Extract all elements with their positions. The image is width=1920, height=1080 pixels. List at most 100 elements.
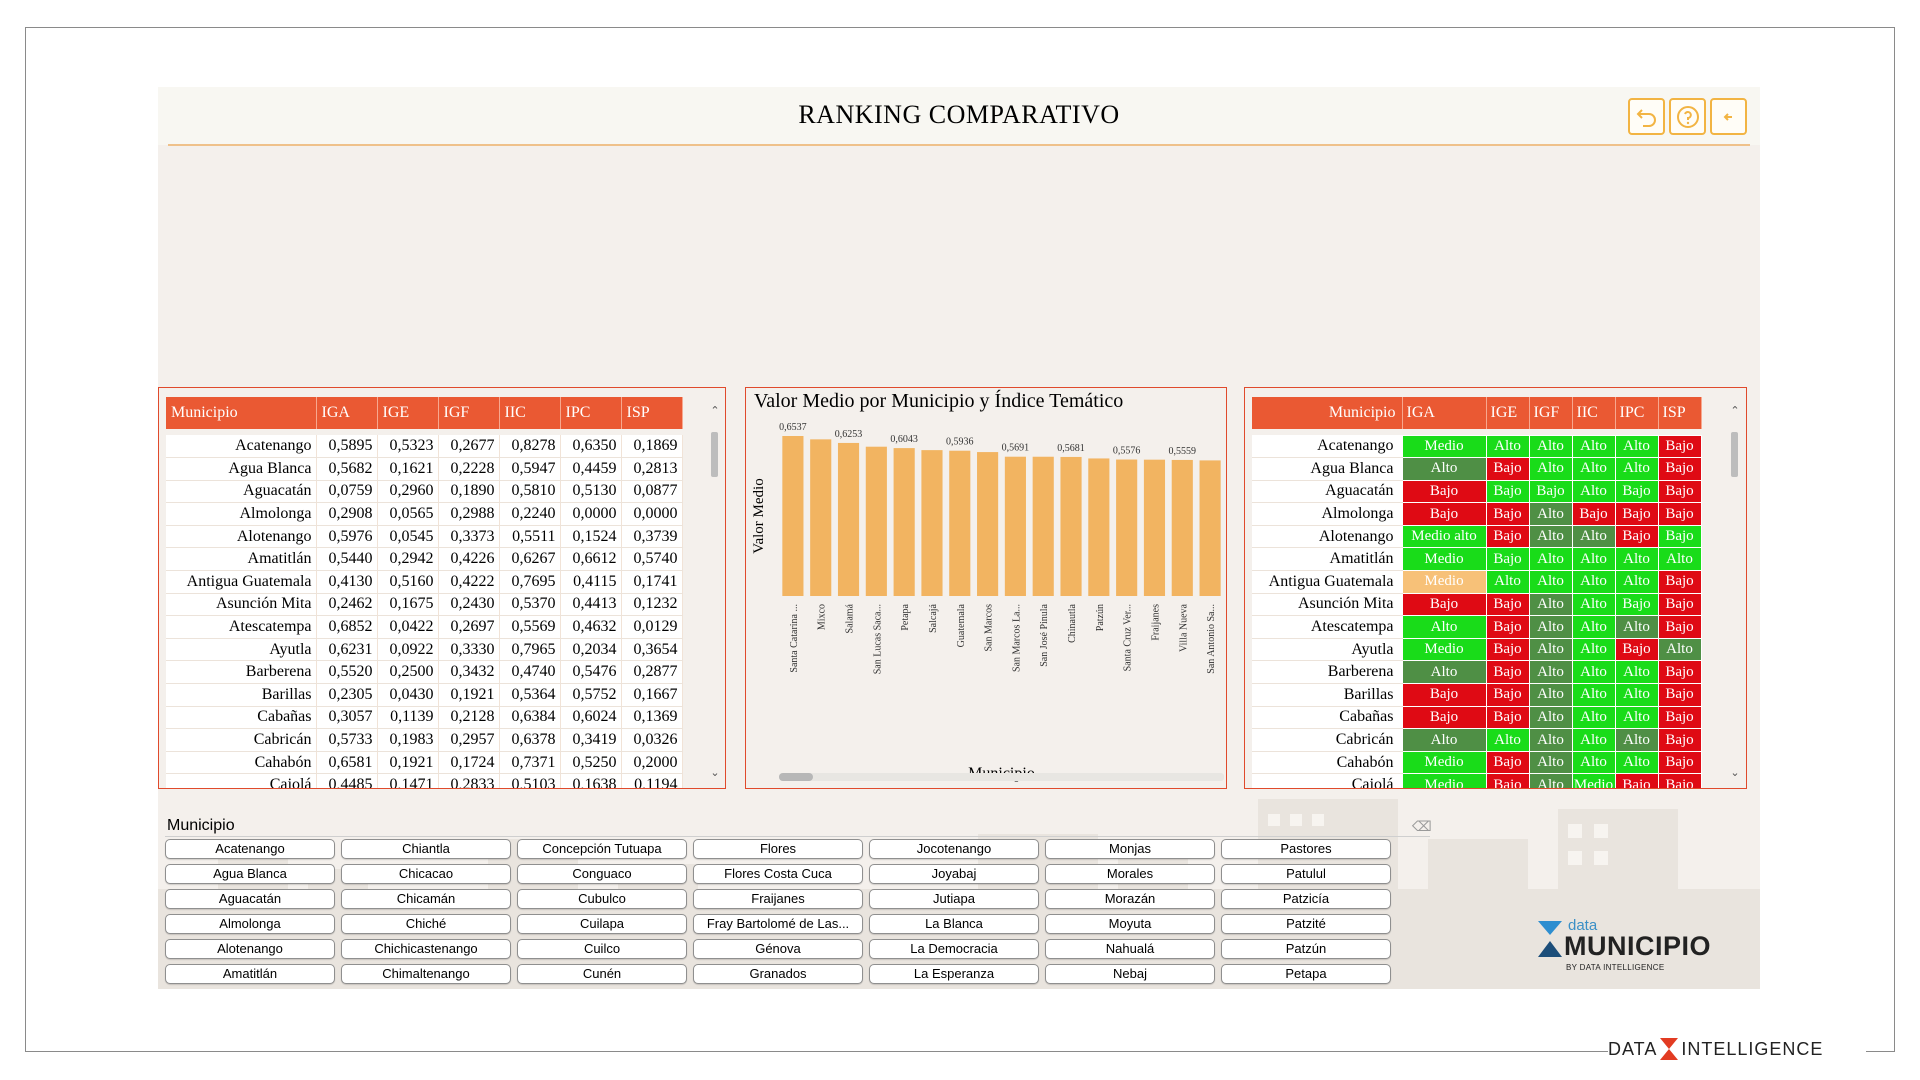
column-header[interactable]: ISP (621, 397, 683, 429)
slicer-option[interactable]: Amatitlán (165, 964, 335, 984)
scroll-down-icon[interactable]: ⌄ (710, 766, 720, 779)
scroll-down-icon[interactable]: ⌄ (1730, 766, 1740, 779)
slicer-option[interactable]: Patzicía (1221, 889, 1391, 909)
table-row[interactable]: Ayutla Medio Bajo Alto Alto Bajo Alto (1252, 637, 1702, 662)
slicer-option[interactable]: Monjas (1045, 839, 1215, 859)
eraser-icon[interactable]: ⌫ (1412, 819, 1432, 835)
table-row[interactable]: Barillas Bajo Bajo Alto Alto Alto Bajo (1252, 683, 1702, 707)
slicer-option[interactable]: La Esperanza (869, 964, 1039, 984)
chart-bar[interactable] (1116, 459, 1138, 596)
scroll-up-icon[interactable]: ⌃ (1730, 404, 1740, 417)
slicer-option[interactable]: Almolonga (165, 914, 335, 934)
slicer-option[interactable]: La Blanca (869, 914, 1039, 934)
table-row[interactable]: Cabricán Alto Alto Alto Alto Alto Bajo (1252, 728, 1702, 752)
slicer-option[interactable]: Granados (693, 964, 863, 984)
levels-table-scrollbar[interactable]: ⌃ ⌄ (1730, 404, 1740, 779)
table-row[interactable]: Aguacatán 0,0759 0,2960 0,1890 0,5810 0,5130 0… (166, 480, 683, 504)
chart-bar[interactable] (865, 446, 887, 596)
slicer-option[interactable]: Flores (693, 839, 863, 859)
table-row[interactable]: Cabricán 0,5733 0,1983 0,2957 0,6378 0,3419 0,… (166, 728, 683, 752)
slicer-option[interactable]: Cunén (517, 964, 687, 984)
chart-bar[interactable] (977, 452, 999, 596)
table-row[interactable]: Cahabón 0,6581 0,1921 0,1724 0,7371 0,5250 0,2… (166, 751, 683, 775)
table-row[interactable]: Ayutla 0,6231 0,0922 0,3330 0,7965 0,2034 0,36… (166, 638, 683, 662)
slicer-option[interactable]: Alotenango (165, 939, 335, 959)
slicer-option[interactable]: Jutiapa (869, 889, 1039, 909)
slicer-option[interactable]: Cuilco (517, 939, 687, 959)
slicer-option[interactable]: Jocotenango (869, 839, 1039, 859)
slicer-option[interactable]: La Democracia (869, 939, 1039, 959)
chart-bar[interactable] (1088, 458, 1110, 596)
table-row[interactable]: Agua Blanca 0,5682 0,1621 0,2228 0,5947 0,445… (166, 457, 683, 481)
column-header[interactable]: IGE (377, 397, 439, 429)
slicer-option[interactable]: Concepción Tutuapa (517, 839, 687, 859)
chart-bar[interactable] (1143, 459, 1166, 596)
table-row[interactable]: Alotenango 0,5976 0,0545 0,3373 0,5511 0,1524… (166, 525, 683, 549)
column-header[interactable]: IGF (438, 397, 500, 429)
slicer-option[interactable]: Agua Blanca (165, 864, 335, 884)
table-row[interactable]: Cahabón Medio Bajo Alto Alto Alto Bajo (1252, 750, 1702, 775)
chart-hscrollbar[interactable] (779, 773, 1224, 781)
table-row[interactable]: Antigua Guatemala 0,4130 0,5160 0,4222 0,769… (166, 570, 683, 594)
slicer-option[interactable]: Patulul (1221, 864, 1391, 884)
chart-bar[interactable] (1199, 460, 1221, 596)
slicer-option[interactable]: Flores Costa Cuca (693, 864, 863, 884)
slicer-option[interactable]: Morales (1045, 864, 1215, 884)
scroll-up-icon[interactable]: ⌃ (710, 404, 720, 417)
chart-bar[interactable] (921, 450, 943, 596)
slicer-option[interactable]: Patzité (1221, 914, 1391, 934)
slicer-option[interactable]: Pastores (1221, 839, 1391, 859)
table-row[interactable]: Antigua Guatemala Medio Alto Alto Alto Alto Ba… (1252, 570, 1702, 594)
table-row[interactable]: Acatenango Medio Alto Alto Alto Alto Bajo (1252, 434, 1702, 459)
table-row[interactable]: Almolonga Bajo Bajo Alto Bajo Bajo Bajo (1252, 502, 1702, 526)
chart-bar[interactable] (782, 436, 804, 596)
column-header[interactable]: IPC (1615, 397, 1659, 429)
slicer-option[interactable]: Chimaltenango (341, 964, 511, 984)
chart-bar[interactable] (949, 450, 971, 596)
chart-scroll-thumb[interactable] (779, 773, 813, 781)
slicer-option[interactable]: Génova (693, 939, 863, 959)
table-row[interactable]: Cajolá 0,4485 0,1471 0,2833 0,5103 0,1638 0,11… (166, 773, 683, 788)
reset-button[interactable] (1628, 98, 1665, 135)
slicer-option[interactable]: Chichicastenango (341, 939, 511, 959)
column-header[interactable]: Municipio (1252, 397, 1403, 429)
slicer-option[interactable]: Aguacatán (165, 889, 335, 909)
slicer-option[interactable]: Nebaj (1045, 964, 1215, 984)
table-row[interactable]: Barberena Alto Bajo Alto Alto Alto Bajo (1252, 660, 1702, 685)
column-header[interactable]: IGA (316, 397, 378, 429)
slicer-option[interactable]: Cubulco (517, 889, 687, 909)
slicer-option[interactable]: Morazán (1045, 889, 1215, 909)
chart-bar[interactable] (1171, 459, 1193, 596)
slicer-option[interactable]: Joyabaj (869, 864, 1039, 884)
back-button[interactable] (1710, 98, 1747, 135)
table-row[interactable]: Almolonga 0,2908 0,0565 0,2988 0,2240 0,0000 0… (166, 502, 683, 526)
column-header[interactable]: IIC (1572, 397, 1616, 429)
slicer-option[interactable]: Nahualá (1045, 939, 1215, 959)
slicer-option[interactable]: Chiché (341, 914, 511, 934)
slicer-option[interactable]: Fraijanes (693, 889, 863, 909)
slicer-option[interactable]: Moyuta (1045, 914, 1215, 934)
table-row[interactable]: Amatitlán Medio Bajo Alto Alto Alto Alto (1252, 547, 1702, 572)
help-button[interactable] (1669, 98, 1706, 135)
table-row[interactable]: Atescatempa Alto Bajo Alto Alto Alto Bajo (1252, 615, 1702, 639)
table-row[interactable]: Cajolá Medio Bajo Alto Medio Bajo Bajo (1252, 773, 1702, 788)
slicer-option[interactable]: Acatenango (165, 839, 335, 859)
chart-bar[interactable] (893, 448, 915, 596)
slicer-option[interactable]: Chiantla (341, 839, 511, 859)
column-header[interactable]: IGE (1486, 397, 1530, 429)
column-header[interactable]: IPC (560, 397, 622, 429)
table-row[interactable]: Amatitlán 0,5440 0,2942 0,4226 0,6267 0,6612 0… (166, 547, 683, 572)
slicer-option[interactable]: Chicacao (341, 864, 511, 884)
chart-bar[interactable] (810, 439, 832, 596)
scroll-thumb[interactable] (711, 432, 718, 477)
table-row[interactable]: Acatenango 0,5895 0,5323 0,2677 0,8278 0,6350… (166, 435, 683, 459)
column-header[interactable]: IGA (1402, 397, 1487, 429)
chart-bar[interactable] (1060, 456, 1082, 596)
table-scrollbar[interactable]: ⌃ ⌄ (710, 404, 720, 779)
table-row[interactable]: Asunción Mita Bajo Bajo Alto Alto Bajo Bajo (1252, 592, 1702, 617)
table-row[interactable]: Aguacatán Bajo Bajo Bajo Alto Bajo Bajo (1252, 479, 1702, 504)
table-row[interactable]: Cabañas 0,3057 0,1139 0,2128 0,6384 0,6024 0,1… (166, 706, 683, 730)
chart-bar[interactable] (1004, 456, 1026, 596)
table-row[interactable]: Asunción Mita 0,2462 0,1675 0,2430 0,5370 0,4… (166, 593, 683, 617)
slicer-option[interactable]: Chicamán (341, 889, 511, 909)
